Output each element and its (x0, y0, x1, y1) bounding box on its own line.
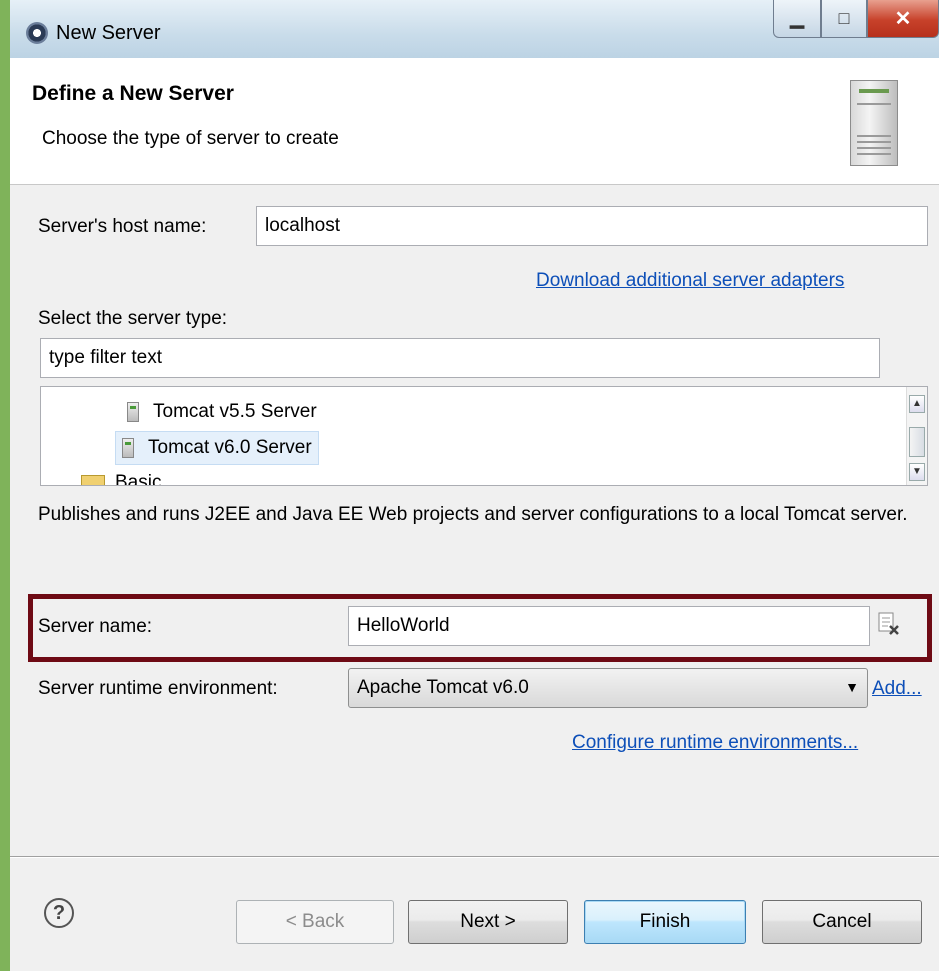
server-type-label: Select the server type: (38, 308, 228, 329)
wizard-subtitle: Choose the type of server to create (42, 128, 339, 149)
server-type-tree[interactable]: Tomcat v5.5 Server Tomcat v6.0 Server Ba… (40, 386, 928, 486)
eclipse-app-icon (26, 22, 48, 44)
finish-button[interactable]: Finish (584, 900, 746, 944)
server-banner-icon (850, 80, 898, 166)
maximize-button[interactable]: □ (821, 0, 867, 38)
scroll-up-icon[interactable]: ▲ (909, 395, 925, 413)
wizard-title: Define a New Server (32, 82, 234, 105)
add-runtime-link[interactable]: Add... (872, 678, 922, 700)
server-icon (127, 402, 139, 422)
help-icon[interactable]: ? (44, 898, 74, 928)
runtime-label: Server runtime environment: (38, 678, 278, 699)
scroll-down-icon[interactable]: ▼ (909, 463, 925, 481)
footer-separator (10, 856, 939, 858)
folder-icon (81, 475, 105, 485)
server-name-input[interactable]: HelloWorld (348, 606, 870, 646)
reset-name-icon[interactable] (878, 612, 900, 636)
close-button[interactable]: ✕ (867, 0, 939, 38)
tree-folder-basic[interactable]: Basic (81, 469, 162, 486)
download-adapters-link[interactable]: Download additional server adapters (536, 270, 844, 292)
chevron-down-icon: ▼ (845, 679, 859, 695)
wizard-header (10, 58, 939, 185)
window-title: New Server (56, 22, 161, 44)
next-button[interactable]: Next > (408, 900, 568, 944)
tree-item-tomcat-6-0[interactable]: Tomcat v6.0 Server (115, 431, 319, 465)
tree-item-tomcat-5-5[interactable]: Tomcat v5.5 Server (121, 397, 323, 427)
host-name-input[interactable]: localhost (256, 206, 928, 246)
minimize-button[interactable]: ▁ (773, 0, 821, 38)
tree-item-label: Tomcat v6.0 Server (148, 437, 312, 458)
host-name-label: Server's host name: (38, 216, 207, 237)
tree-folder-label: Basic (115, 472, 162, 486)
close-icon: ✕ (894, 8, 912, 30)
runtime-select-value: Apache Tomcat v6.0 (357, 677, 529, 698)
cancel-button[interactable]: Cancel (762, 900, 922, 944)
back-button[interactable]: < Back (236, 900, 394, 944)
tree-item-label: Tomcat v5.5 Server (153, 401, 317, 422)
new-server-dialog: New Server ▁ □ ✕ Define a New Server Cho… (10, 0, 939, 971)
filter-input[interactable]: type filter text (40, 338, 880, 378)
server-icon (122, 438, 134, 458)
runtime-select[interactable]: Apache Tomcat v6.0 ▼ (348, 668, 868, 708)
server-name-label: Server name: (38, 616, 153, 637)
title-bar: New Server ▁ □ ✕ (10, 0, 939, 58)
maximize-icon: □ (838, 8, 850, 28)
tree-scrollbar[interactable]: ▲ ▼ (906, 387, 927, 485)
minimize-icon: ▁ (790, 8, 804, 28)
configure-runtime-link[interactable]: Configure runtime environments... (572, 732, 858, 754)
server-type-description: Publishes and runs J2EE and Java EE Web … (38, 504, 908, 525)
scroll-thumb[interactable] (909, 427, 925, 457)
